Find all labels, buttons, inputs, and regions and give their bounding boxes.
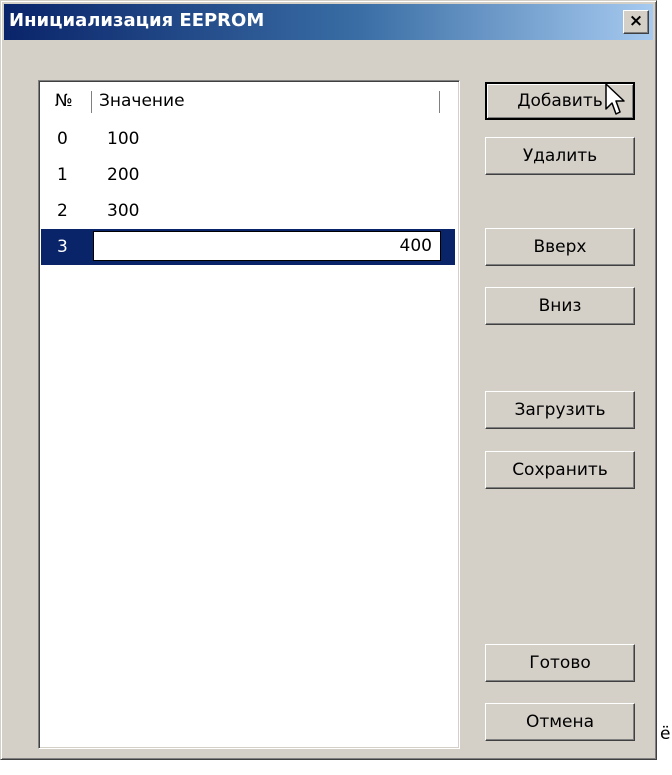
title-bar[interactable]: Инициализация EEPROM × — [4, 4, 653, 40]
row-value: 300 — [107, 201, 140, 221]
column-header-value[interactable]: Значение — [99, 88, 185, 115]
row-value: 100 — [107, 129, 140, 149]
close-icon: × — [628, 11, 644, 31]
eeprom-values-list[interactable]: № Значение 0 100 1 200 2 300 3 400 — [38, 80, 460, 749]
list-row[interactable]: 2 300 — [41, 193, 455, 229]
row-value: 200 — [107, 165, 140, 185]
stray-character: ё — [660, 724, 671, 744]
row-number: 0 — [57, 129, 68, 149]
save-button[interactable]: Сохранить — [485, 451, 635, 489]
list-header: № Значение — [41, 83, 453, 121]
column-header-number[interactable]: № — [55, 88, 73, 115]
close-button[interactable]: × — [623, 10, 649, 34]
eeprom-init-dialog: Инициализация EEPROM × № Значение 0 100 … — [0, 0, 657, 760]
list-row[interactable]: 1 200 — [41, 157, 455, 193]
window-title: Инициализация EEPROM — [9, 10, 265, 31]
column-separator[interactable] — [439, 91, 441, 113]
row-number: 1 — [57, 165, 68, 185]
value-edit-field[interactable]: 400 — [93, 231, 441, 261]
list-row[interactable]: 0 100 — [41, 121, 455, 157]
row-number: 3 — [57, 237, 68, 257]
move-down-button[interactable]: Вниз — [485, 287, 635, 325]
load-button[interactable]: Загрузить — [485, 391, 635, 429]
done-button[interactable]: Готово — [485, 644, 635, 682]
column-separator[interactable] — [91, 91, 93, 113]
list-row-selected[interactable]: 3 400 — [41, 229, 455, 265]
row-number: 2 — [57, 201, 68, 221]
delete-button[interactable]: Удалить — [485, 137, 635, 175]
cancel-button[interactable]: Отмена — [485, 703, 635, 741]
move-up-button[interactable]: Вверх — [485, 228, 635, 266]
arrow-cursor-icon — [605, 83, 625, 115]
